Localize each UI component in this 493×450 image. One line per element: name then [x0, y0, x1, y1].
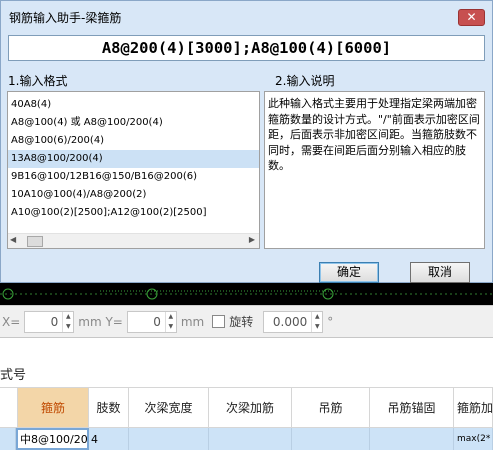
degree-symbol: °: [327, 314, 334, 329]
stirrup-extra-cell[interactable]: max(2*: [454, 428, 493, 450]
column-header-hanger-bar[interactable]: 吊筋: [292, 388, 370, 427]
y-spin-arrows[interactable]: ▲ ▼: [164, 311, 176, 332]
secondary-beam-width-cell[interactable]: [129, 428, 209, 450]
list-item[interactable]: 13A8@100/200(4): [8, 150, 259, 168]
y-unit: mm: [180, 314, 205, 329]
x-label: X=: [2, 314, 21, 329]
list-item[interactable]: 40A8(4): [8, 96, 259, 114]
stirrup-cell-editor[interactable]: 中8@100/20: [16, 428, 89, 450]
cad-drawing: [0, 288, 493, 300]
spin-up-icon[interactable]: ▲: [312, 312, 322, 322]
row-indicator: [0, 428, 16, 450]
list-item[interactable]: A8@100(6)/200(4): [8, 132, 259, 150]
scroll-thumb[interactable]: [27, 236, 43, 247]
table-row[interactable]: 中8@100/20 4 max(2*: [0, 428, 493, 450]
rotate-spinner[interactable]: 0.000 ▲ ▼: [263, 310, 324, 333]
grid-header: 箍筋 肢数 次梁宽度 次梁加筋 吊筋 吊筋锚固 箍筋加: [0, 387, 493, 428]
column-header-stirrup-extra[interactable]: 箍筋加: [454, 388, 493, 427]
list-item[interactable]: A8@100(4) 或 A8@100/200(4): [8, 114, 259, 132]
close-icon: ✕: [466, 10, 477, 24]
cad-canvas-strip: [0, 283, 493, 305]
close-button[interactable]: ✕: [458, 9, 485, 26]
coordinate-toolbar: X= 0 ▲ ▼ mm Y= 0 ▲ ▼ mm 旋转 0.000 ▲ ▼ °: [0, 305, 493, 337]
rotate-value[interactable]: 0.000: [264, 315, 311, 329]
format-section-label: 1.输入格式: [8, 74, 68, 88]
rebar-expression-input[interactable]: A8@200(4)[3000];A8@100(4)[6000]: [8, 35, 485, 61]
spin-up-icon[interactable]: ▲: [166, 312, 176, 322]
y-spinner[interactable]: 0 ▲ ▼: [126, 310, 177, 333]
format-description: 此种输入格式主要用于处理指定梁两端加密箍筋数量的设计方式。"/"前面表示加密区间…: [264, 91, 485, 249]
description-section-label: 2.输入说明: [275, 74, 335, 88]
spin-down-icon[interactable]: ▼: [166, 322, 176, 332]
y-label: mm Y=: [78, 314, 123, 329]
column-header-legs[interactable]: 肢数: [89, 388, 129, 427]
dialog-title: 钢筋输入助手-梁箍筋: [9, 11, 122, 25]
list-item[interactable]: A10@100(2)[2500];A12@100(2)[2500]: [8, 204, 259, 222]
spin-down-icon[interactable]: ▼: [63, 322, 73, 332]
spin-up-icon[interactable]: ▲: [63, 312, 73, 322]
y-value[interactable]: 0: [128, 315, 165, 329]
spin-down-icon[interactable]: ▼: [312, 322, 322, 332]
rotate-checkbox[interactable]: [212, 315, 226, 328]
column-header-hanger-anchorage[interactable]: 吊筋锚固: [370, 388, 454, 427]
hanger-bar-cell[interactable]: [292, 428, 370, 450]
grid-section: 式号: [0, 337, 493, 387]
rotate-label: 旋转: [229, 315, 254, 329]
ok-button[interactable]: 确定: [319, 262, 379, 283]
format-list: 40A8(4) A8@100(4) 或 A8@100/200(4) A8@100(6…: [8, 92, 259, 222]
legs-cell[interactable]: 4: [89, 428, 129, 450]
x-spin-arrows[interactable]: ▲ ▼: [62, 311, 73, 332]
scroll-right-icon[interactable]: ▶: [249, 235, 255, 244]
grid-section-title: 式号: [0, 368, 27, 383]
format-listbox[interactable]: 40A8(4) A8@100(4) 或 A8@100/200(4) A8@100(6…: [7, 91, 260, 249]
hanger-anchorage-cell[interactable]: [370, 428, 454, 450]
rebar-input-assistant-dialog: 钢筋输入助手-梁箍筋 ✕ A8@200(4)[3000];A8@100(4)[6…: [0, 0, 493, 283]
x-spinner[interactable]: 0 ▲ ▼: [24, 310, 75, 333]
cancel-button[interactable]: 取消: [410, 262, 470, 283]
list-item[interactable]: 10A10@100(4)/A8@200(2): [8, 186, 259, 204]
column-header-stirrup[interactable]: 箍筋: [18, 388, 89, 427]
rotate-spin-arrows[interactable]: ▲ ▼: [311, 311, 322, 332]
horizontal-scrollbar[interactable]: ◀ ▶: [8, 233, 259, 248]
dialog-titlebar[interactable]: 钢筋输入助手-梁箍筋 ✕: [1, 1, 492, 31]
scroll-left-icon[interactable]: ◀: [10, 235, 16, 244]
secondary-beam-rebar-cell[interactable]: [209, 428, 292, 450]
grid-header-corner: [0, 388, 18, 427]
column-header-secondary-beam-width[interactable]: 次梁宽度: [129, 388, 209, 427]
column-header-secondary-beam-rebar[interactable]: 次梁加筋: [209, 388, 292, 427]
x-value[interactable]: 0: [25, 315, 62, 329]
list-item[interactable]: 9B16@100/12B16@150/B16@200(6): [8, 168, 259, 186]
